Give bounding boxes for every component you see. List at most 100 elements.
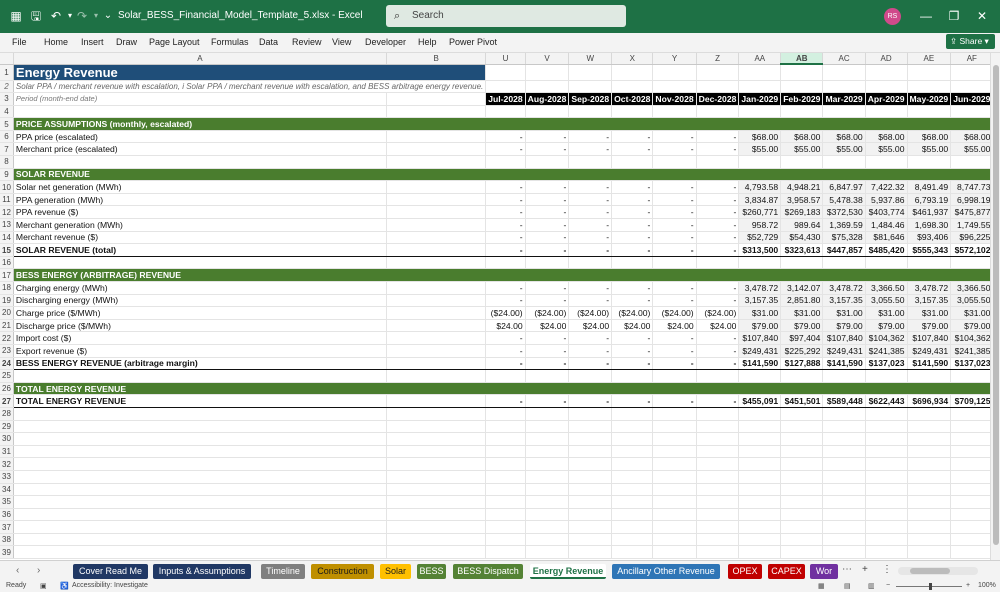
cell-b22[interactable]: [386, 331, 487, 345]
cell-ad4[interactable]: [865, 105, 908, 119]
cell-b3[interactable]: [386, 92, 487, 106]
cell-ad24[interactable]: $137,023: [865, 357, 908, 371]
row-header-23[interactable]: 23: [0, 344, 14, 358]
cell-ab36[interactable]: [780, 508, 824, 522]
cell-ab23[interactable]: $225,292: [780, 344, 824, 358]
cell-af36[interactable]: [950, 508, 994, 522]
cell-aa19[interactable]: 3,157.35: [738, 294, 782, 308]
cell-y5[interactable]: [652, 117, 697, 131]
cell-u28[interactable]: [485, 407, 526, 421]
cell-z17[interactable]: [696, 268, 740, 282]
cell-ab19[interactable]: 2,851.80: [780, 294, 824, 308]
cell-aa14[interactable]: $52,729: [738, 231, 782, 245]
menu-page-layout[interactable]: Page Layout: [149, 37, 200, 47]
cell-ad13[interactable]: 1,484.46: [865, 218, 908, 232]
cell-v6[interactable]: -: [525, 130, 570, 144]
cell-af16[interactable]: [950, 256, 994, 270]
cell-w18[interactable]: -: [568, 281, 613, 295]
cell-ad14[interactable]: $81,646: [865, 231, 908, 245]
cell-z7[interactable]: -: [696, 142, 740, 157]
cell-z32[interactable]: [696, 457, 740, 471]
cell-af10[interactable]: 8,747.73: [950, 180, 994, 194]
cell-x27[interactable]: -: [611, 394, 654, 408]
cell-b9[interactable]: [386, 168, 487, 182]
row-header-29[interactable]: 29: [0, 420, 14, 434]
cell-a34[interactable]: [13, 483, 388, 497]
cell-ac35[interactable]: [822, 495, 866, 509]
cell-af19[interactable]: 3,055.50: [950, 294, 994, 308]
cell-w12[interactable]: -: [568, 205, 613, 220]
cell-af4[interactable]: [950, 105, 994, 119]
cell-ad31[interactable]: [865, 445, 908, 459]
cell-af1[interactable]: [950, 64, 994, 81]
cell-af18[interactable]: 3,366.50: [950, 281, 994, 295]
cell-u4[interactable]: [485, 105, 526, 119]
cell-v25[interactable]: [525, 369, 570, 383]
cell-u18[interactable]: -: [485, 281, 526, 295]
cell-ae33[interactable]: [907, 470, 952, 484]
cell-w22[interactable]: -: [568, 331, 613, 345]
cell-aa34[interactable]: [738, 483, 782, 497]
cell-ae18[interactable]: 3,478.72: [907, 281, 952, 295]
cell-ac17[interactable]: [822, 268, 866, 282]
cell-ae12[interactable]: $461,937: [907, 205, 952, 220]
row-header-13[interactable]: 13: [0, 218, 14, 232]
cell-ac16[interactable]: [822, 256, 866, 270]
cell-a20[interactable]: Charge price ($/MWh): [13, 306, 388, 320]
cell-b15[interactable]: [386, 243, 487, 257]
cell-v13[interactable]: -: [525, 218, 570, 232]
cell-af21[interactable]: $79.00: [950, 319, 994, 333]
cell-x26[interactable]: [611, 382, 654, 396]
cell-x38[interactable]: [611, 533, 654, 547]
cell-aa7[interactable]: $55.00: [738, 142, 782, 157]
cell-w29[interactable]: [568, 420, 613, 434]
cell-b14[interactable]: [386, 231, 487, 245]
add-sheet-icon[interactable]: +: [862, 564, 868, 575]
cell-a14[interactable]: Merchant revenue ($): [13, 231, 388, 245]
cell-w15[interactable]: -: [568, 243, 613, 257]
cell-ae6[interactable]: $68.00: [907, 130, 952, 144]
cell-ad6[interactable]: $68.00: [865, 130, 908, 144]
cell-r2-c5[interactable]: [696, 80, 740, 94]
close-icon[interactable]: ✕: [974, 8, 990, 24]
cell-x24[interactable]: -: [611, 357, 654, 371]
cell-ad32[interactable]: [865, 457, 908, 471]
sheet-tab-capex[interactable]: CAPEX: [768, 564, 805, 579]
cell-ab17[interactable]: [780, 268, 824, 282]
cell-a11[interactable]: PPA generation (MWh): [13, 193, 388, 207]
page-break-view-icon[interactable]: ▥: [868, 582, 875, 590]
cell-y15[interactable]: -: [652, 243, 697, 257]
row-header-14[interactable]: 14: [0, 231, 14, 245]
cell-x16[interactable]: [611, 256, 654, 270]
cell-ac4[interactable]: [822, 105, 866, 119]
cell-y4[interactable]: [652, 105, 697, 119]
cell-v26[interactable]: [525, 382, 570, 396]
column-header-b[interactable]: B: [386, 53, 487, 65]
cell-z37[interactable]: [696, 520, 740, 534]
zoom-level[interactable]: 100%: [978, 582, 996, 589]
cell-aa5[interactable]: [738, 117, 782, 131]
cell-y11[interactable]: -: [652, 193, 697, 207]
cell-ad10[interactable]: 7,422.32: [865, 180, 908, 194]
cell-af5[interactable]: [950, 117, 994, 131]
cell-u10[interactable]: -: [485, 180, 526, 194]
cell-af35[interactable]: [950, 495, 994, 509]
menu-formulas[interactable]: Formulas: [211, 37, 249, 47]
cell-ab26[interactable]: [780, 382, 824, 396]
cell-x21[interactable]: $24.00: [611, 319, 654, 333]
cell-x34[interactable]: [611, 483, 654, 497]
cell-aa13[interactable]: 958.72: [738, 218, 782, 232]
cell-ae32[interactable]: [907, 457, 952, 471]
cell-ad39[interactable]: [865, 545, 908, 560]
cell-y29[interactable]: [652, 420, 697, 434]
cell-u25[interactable]: [485, 369, 526, 383]
column-header-ab[interactable]: AB: [780, 53, 824, 65]
sheet-tab-timeline[interactable]: Timeline: [261, 564, 305, 579]
page-layout-view-icon[interactable]: ▤: [844, 582, 851, 590]
cell-v39[interactable]: [525, 545, 570, 560]
cell-b23[interactable]: [386, 344, 487, 358]
zoom-out-icon[interactable]: −: [886, 582, 890, 589]
cell-w3[interactable]: Sep-2028: [568, 92, 613, 106]
cell-aa39[interactable]: [738, 545, 782, 560]
menu-insert[interactable]: Insert: [81, 37, 104, 47]
